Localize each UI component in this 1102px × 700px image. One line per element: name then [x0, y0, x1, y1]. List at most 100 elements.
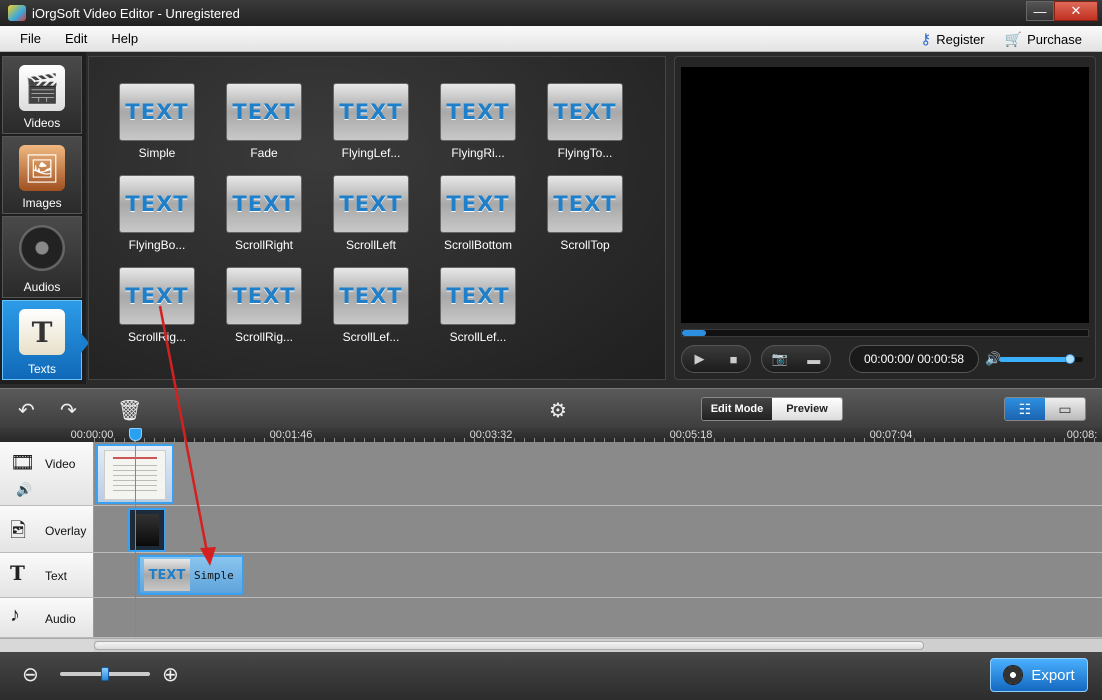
overlay-clip[interactable] — [128, 508, 166, 552]
effect-tile-scroll-right[interactable]: TEXT ScrollRight — [224, 175, 304, 252]
sidebar-item-texts[interactable]: T Texts — [2, 300, 82, 380]
effect-thumbnail: TEXT — [226, 175, 302, 233]
effect-thumbnail: TEXT — [226, 267, 302, 325]
effect-name: FlyingLef... — [331, 146, 411, 160]
effect-tile-scroll-left-2[interactable]: TEXT ScrollLef... — [331, 267, 411, 344]
effect-thumbnail: TEXT — [440, 83, 516, 141]
title-bar: iOrgSoft Video Editor - Unregistered — ✕ — [0, 0, 1102, 26]
effect-tile-flying-left[interactable]: TEXT FlyingLef... — [331, 83, 411, 160]
effect-thumbnail: TEXT — [119, 267, 195, 325]
effect-tile-scroll-right-2[interactable]: TEXT ScrollRig... — [117, 267, 197, 344]
track-body[interactable] — [94, 506, 1102, 552]
effect-tile-scroll-top[interactable]: TEXT ScrollTop — [545, 175, 625, 252]
effect-name: ScrollLeft — [331, 238, 411, 252]
effect-tile-scroll-left[interactable]: TEXT ScrollLeft — [331, 175, 411, 252]
menu-bar: File Edit Help ⚷ Register 🛒 Purchase — [0, 26, 1102, 52]
timeline-view-icon[interactable]: ☷ — [1005, 398, 1045, 420]
sidebar-item-label: Texts — [3, 362, 81, 376]
stop-icon[interactable]: ■ — [730, 352, 738, 367]
play-icon[interactable]: ▶ — [695, 351, 705, 367]
seek-bar[interactable] — [681, 329, 1089, 337]
effect-name: Fade — [224, 146, 304, 160]
key-icon: ⚷ — [920, 30, 931, 48]
track-label: Text — [45, 569, 67, 583]
zoom-slider[interactable] — [60, 672, 150, 676]
close-button[interactable]: ✕ — [1054, 1, 1098, 21]
track-text: T Text TEXT Simple — [0, 553, 1102, 598]
sidebar-item-videos[interactable]: 🎬 Videos — [2, 56, 82, 134]
track-volume-icon[interactable]: 🔊 — [16, 482, 32, 498]
track-label: Overlay — [45, 524, 86, 538]
film-reel-icon — [1003, 665, 1023, 685]
timeline-scrollbar[interactable] — [94, 638, 1102, 652]
music-note-icon: ♪ — [10, 604, 20, 627]
effect-name: ScrollRight — [224, 238, 304, 252]
playhead-line — [135, 436, 136, 636]
track-body[interactable]: TEXT Simple — [94, 553, 1102, 597]
minimize-button[interactable]: — — [1026, 1, 1054, 21]
mode-toggle: Edit Mode Preview — [701, 397, 843, 421]
register-link[interactable]: ⚷ Register — [920, 30, 984, 48]
sidebar-item-audios[interactable]: Audios — [2, 216, 82, 298]
timeline-ruler[interactable]: 00:00:00 00:01:46 00:03:32 00:05:18 00:0… — [0, 428, 1102, 442]
ruler-label: 00:00:00 — [71, 429, 114, 441]
track-header: 🖻 Overlay — [0, 506, 94, 552]
effect-name: FlyingBo... — [117, 238, 197, 252]
zoom-in-icon[interactable]: ⊕ — [162, 662, 179, 687]
portrait-icon: 🖼 — [19, 145, 65, 191]
menu-edit[interactable]: Edit — [65, 31, 87, 46]
track-body[interactable] — [94, 442, 1102, 505]
export-button[interactable]: Export — [990, 658, 1088, 692]
text-clip[interactable]: TEXT Simple — [138, 555, 244, 595]
effect-tile-fade[interactable]: TEXT Fade — [224, 83, 304, 160]
sidebar-item-images[interactable]: 🖼 Images — [2, 136, 82, 214]
effect-name: ScrollLef... — [331, 330, 411, 344]
zoom-out-icon[interactable]: ⊖ — [22, 662, 39, 687]
text-icon: T — [19, 309, 65, 355]
edit-mode-button[interactable]: Edit Mode — [702, 398, 772, 420]
playhead-handle[interactable] — [129, 428, 142, 441]
effect-tile-flying-top[interactable]: TEXT FlyingTo... — [545, 83, 625, 160]
window-title: iOrgSoft Video Editor - Unregistered — [32, 6, 240, 21]
edit-toolbar: ↶ ↷ 🗑 ⚙ Edit Mode Preview ☷ ▭ — [0, 388, 1102, 428]
clapperboard-icon: 🎬 — [19, 65, 65, 111]
scrollbar-thumb[interactable] — [94, 641, 924, 650]
effect-name: ScrollRig... — [117, 330, 197, 344]
effect-tile-scroll-left-3[interactable]: TEXT ScrollLef... — [438, 267, 518, 344]
snapshot-camera-icon[interactable]: 📷 — [772, 351, 788, 367]
settings-gear-icon[interactable]: ⚙ — [549, 398, 567, 423]
preview-screen — [681, 67, 1089, 323]
media-sidebar: 🎬 Videos 🖼 Images Audios T Texts — [0, 52, 86, 384]
track-header: 🎞 Video 🔊 — [0, 442, 94, 505]
effect-tile-flying-bottom[interactable]: TEXT FlyingBo... — [117, 175, 197, 252]
effect-thumbnail: TEXT — [440, 175, 516, 233]
menu-help[interactable]: Help — [111, 31, 138, 46]
text-T-icon: T — [10, 561, 25, 585]
volume-slider[interactable] — [999, 357, 1083, 362]
purchase-link[interactable]: 🛒 Purchase — [1005, 31, 1082, 48]
view-toggle: ☷ ▭ — [1004, 397, 1086, 421]
delete-trash-icon[interactable]: 🗑 — [117, 398, 142, 423]
app-logo-icon — [8, 5, 26, 21]
preview-mode-button[interactable]: Preview — [772, 398, 842, 420]
text-effects-panel: TEXT Simple TEXT Fade TEXT FlyingLef... … — [88, 56, 666, 380]
effect-thumbnail: TEXT — [547, 175, 623, 233]
undo-icon[interactable]: ↶ — [18, 398, 35, 423]
folder-icon[interactable]: ▬ — [807, 352, 820, 367]
effect-tile-simple[interactable]: TEXT Simple — [117, 83, 197, 160]
effect-tile-scroll-bottom[interactable]: TEXT ScrollBottom — [438, 175, 518, 252]
menu-file[interactable]: File — [20, 31, 41, 46]
track-header: ♪ Audio — [0, 598, 94, 637]
redo-icon[interactable]: ↷ — [60, 398, 77, 423]
effect-thumbnail: TEXT — [333, 267, 409, 325]
track-body[interactable] — [94, 598, 1102, 637]
sidebar-item-label: Videos — [3, 116, 81, 130]
volume-knob[interactable] — [1065, 354, 1075, 364]
effect-thumbnail: TEXT — [226, 83, 302, 141]
effect-tile-flying-right[interactable]: TEXT FlyingRi... — [438, 83, 518, 160]
bottom-bar: ⊖ ⊕ Export — [0, 652, 1102, 700]
effect-tile-scroll-right-3[interactable]: TEXT ScrollRig... — [224, 267, 304, 344]
zoom-knob[interactable] — [101, 667, 109, 681]
text-clip-name: Simple — [194, 569, 234, 582]
storyboard-view-icon[interactable]: ▭ — [1045, 398, 1085, 420]
